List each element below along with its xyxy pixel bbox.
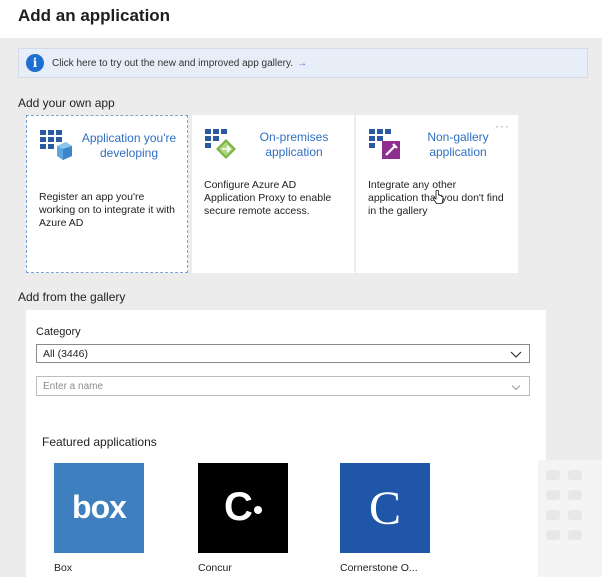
featured-title: Featured applications — [42, 435, 157, 449]
app-tile-box[interactable]: box — [54, 463, 144, 553]
card-application-developing[interactable]: Application you're developing Register a… — [26, 115, 188, 273]
chevron-down-icon[interactable] — [509, 380, 523, 394]
box-logo-text: box — [72, 489, 127, 525]
page-title: Add an application — [18, 6, 171, 25]
gallery-banner[interactable]: i Click here to try out the new and impr… — [18, 48, 588, 78]
non-gallery-icon — [369, 129, 400, 159]
gallery-panel: Category All (3446) Featured application… — [26, 310, 546, 577]
card-title: Application you're developing — [81, 131, 177, 160]
faded-tile-pattern — [538, 460, 602, 577]
app-tile-cornerstone[interactable]: C — [340, 463, 430, 553]
on-premises-icon — [205, 129, 236, 159]
app-search-box[interactable] — [36, 376, 530, 396]
app-tile-concur[interactable]: C — [198, 463, 288, 553]
cornerstone-logo-text: C — [368, 482, 401, 535]
category-select[interactable]: All (3446) — [36, 344, 530, 363]
arrow-right-icon: → — [297, 58, 308, 69]
header-bar: Add an application — [0, 0, 602, 38]
card-title: Non-gallery application — [427, 130, 489, 159]
card-description: Configure Azure AD Application Proxy to … — [204, 179, 332, 217]
app-search-input[interactable] — [43, 379, 503, 393]
concur-logo-text: C — [224, 485, 253, 529]
own-app-heading: Add your own app — [18, 96, 115, 110]
app-name[interactable]: Box — [54, 562, 72, 574]
banner-link[interactable]: Click here to try out the new and improv… — [52, 58, 307, 69]
banner-text: Click here to try out the new and improv… — [52, 58, 294, 69]
card-title: On-premises application — [259, 130, 329, 159]
app-name[interactable]: Concur — [198, 562, 232, 574]
card-description: Register an app you're working on to int… — [39, 191, 175, 229]
concur-logo-dot — [254, 506, 262, 514]
chevron-down-icon — [510, 351, 522, 358]
info-icon: i — [26, 54, 44, 72]
gallery-heading: Add from the gallery — [18, 290, 126, 304]
app-developing-icon — [40, 130, 72, 160]
hand-cursor-icon — [432, 190, 444, 204]
category-label: Category — [36, 326, 81, 338]
category-value: All (3446) — [43, 348, 88, 360]
app-name[interactable]: Cornerstone O... — [340, 562, 418, 574]
card-on-premises[interactable]: On-premises application Configure Azure … — [192, 115, 354, 273]
